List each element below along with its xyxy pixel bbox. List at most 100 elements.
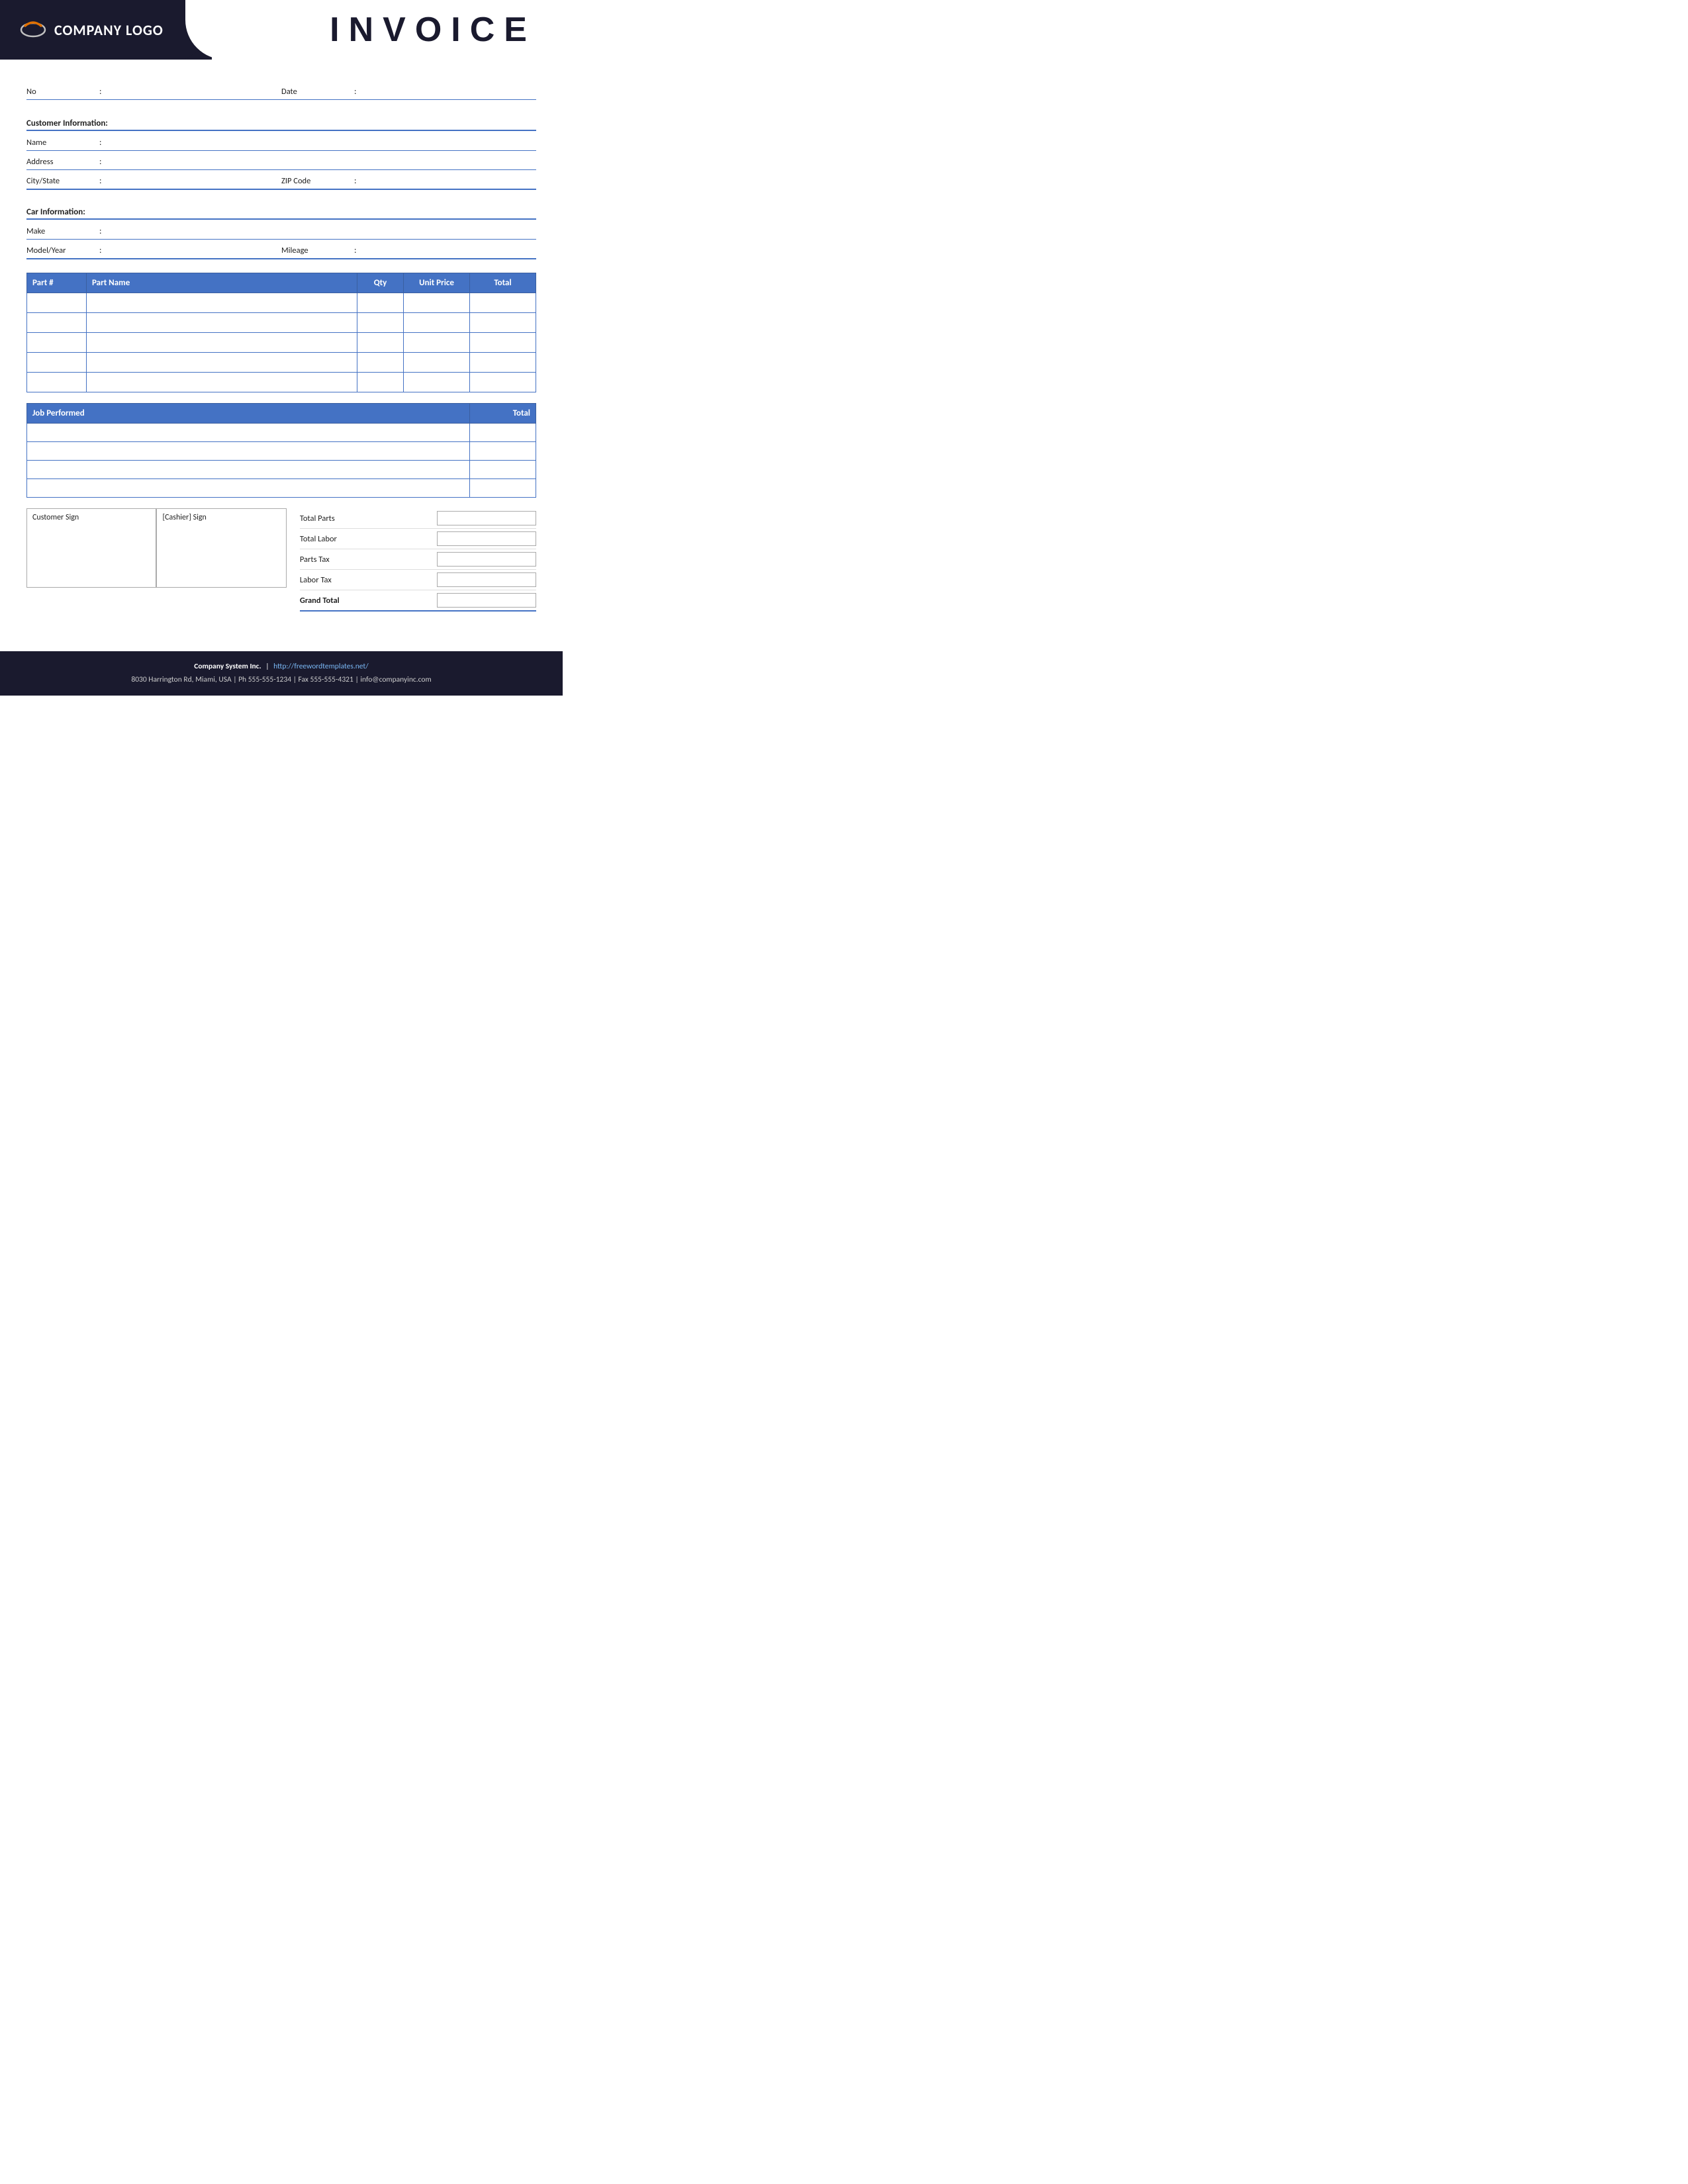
footer-ph: 555-555-1234 bbox=[248, 675, 291, 684]
address-value[interactable] bbox=[108, 155, 536, 167]
name-value[interactable] bbox=[108, 136, 536, 148]
city-state-label: City/State bbox=[26, 176, 93, 186]
parts-cell-unit[interactable] bbox=[404, 353, 470, 373]
parts-cell-qty[interactable] bbox=[357, 373, 404, 392]
date-label: Date bbox=[281, 87, 348, 97]
job-cell-desc[interactable] bbox=[27, 461, 470, 479]
job-cell-total[interactable] bbox=[470, 442, 536, 461]
parts-cell-total[interactable] bbox=[470, 333, 536, 353]
job-cell-total[interactable] bbox=[470, 461, 536, 479]
no-value[interactable] bbox=[108, 85, 281, 97]
job-row bbox=[27, 479, 536, 498]
grand-total-value[interactable] bbox=[437, 593, 536, 608]
job-cell-total[interactable] bbox=[470, 424, 536, 442]
totals-area: Total Parts Total Labor Parts Tax Labor … bbox=[300, 508, 536, 612]
labor-tax-value[interactable] bbox=[437, 572, 536, 587]
grand-total-row: Grand Total bbox=[300, 590, 536, 612]
parts-cell-qty[interactable] bbox=[357, 333, 404, 353]
content-area: No : Date : Customer Information: Name :… bbox=[0, 60, 563, 638]
city-value[interactable] bbox=[108, 174, 281, 186]
parts-cell-unit[interactable] bbox=[404, 373, 470, 392]
city-zip-row: City/State : ZIP Code : bbox=[26, 171, 536, 190]
job-row bbox=[27, 461, 536, 479]
city-colon: : bbox=[99, 176, 101, 186]
parts-cell-num[interactable] bbox=[27, 293, 87, 313]
parts-tax-value[interactable] bbox=[437, 552, 536, 567]
total-labor-value[interactable] bbox=[437, 531, 536, 546]
parts-cell-name[interactable] bbox=[87, 353, 357, 373]
zip-label: ZIP Code bbox=[281, 176, 348, 186]
city-field: City/State : bbox=[26, 174, 281, 186]
job-row bbox=[27, 424, 536, 442]
col-part-name: Part Name bbox=[87, 273, 357, 293]
cashier-sign-box: [Cashier] Sign bbox=[156, 508, 286, 588]
parts-cell-num[interactable] bbox=[27, 353, 87, 373]
model-year-label: Model/Year bbox=[26, 246, 93, 255]
parts-table: Part # Part Name Qty Unit Price Total bbox=[26, 273, 536, 392]
name-colon: : bbox=[99, 138, 101, 148]
parts-cell-name[interactable] bbox=[87, 313, 357, 333]
make-label: Make bbox=[26, 226, 93, 236]
parts-cell-unit[interactable] bbox=[404, 333, 470, 353]
customer-info-heading: Customer Information: bbox=[26, 114, 536, 131]
bottom-section: Customer Sign [Cashier] Sign Total Parts… bbox=[26, 508, 536, 612]
mileage-label: Mileage bbox=[281, 246, 348, 255]
footer-website[interactable]: http://freewordtemplates.net/ bbox=[273, 662, 369, 671]
mileage-field: Mileage : bbox=[281, 244, 536, 255]
date-field: Date : bbox=[281, 85, 536, 97]
mileage-value[interactable] bbox=[363, 244, 536, 255]
parts-cell-total[interactable] bbox=[470, 353, 536, 373]
address-label: Address bbox=[26, 157, 93, 167]
parts-row bbox=[27, 373, 536, 392]
date-value[interactable] bbox=[363, 85, 536, 97]
parts-cell-total[interactable] bbox=[470, 313, 536, 333]
model-mileage-row: Model/Year : Mileage : bbox=[26, 241, 536, 259]
zip-field: ZIP Code : bbox=[281, 174, 536, 186]
parts-cell-num[interactable] bbox=[27, 313, 87, 333]
customer-sign-label: Customer Sign bbox=[32, 513, 79, 522]
total-parts-label: Total Parts bbox=[300, 514, 335, 523]
parts-row bbox=[27, 313, 536, 333]
mileage-colon: : bbox=[354, 246, 356, 255]
footer-sep1: | Ph bbox=[233, 675, 248, 684]
page-footer: Company System Inc. | http://freewordtem… bbox=[0, 651, 563, 696]
job-row bbox=[27, 442, 536, 461]
parts-cell-name[interactable] bbox=[87, 373, 357, 392]
model-value[interactable] bbox=[108, 244, 281, 255]
job-cell-desc[interactable] bbox=[27, 479, 470, 498]
page-header: COMPANY LOGO INVOICE bbox=[0, 0, 563, 60]
parts-tax-label: Parts Tax bbox=[300, 555, 330, 565]
no-date-row: No : Date : bbox=[26, 85, 536, 100]
parts-cell-total[interactable] bbox=[470, 373, 536, 392]
zip-value[interactable] bbox=[363, 174, 536, 186]
date-colon: : bbox=[354, 87, 356, 97]
parts-cell-num[interactable] bbox=[27, 373, 87, 392]
total-parts-value[interactable] bbox=[437, 511, 536, 525]
make-row: Make : bbox=[26, 222, 536, 240]
footer-pipe1: | bbox=[265, 662, 271, 671]
job-cell-desc[interactable] bbox=[27, 424, 470, 442]
parts-cell-unit[interactable] bbox=[404, 313, 470, 333]
model-field: Model/Year : bbox=[26, 244, 281, 255]
parts-cell-name[interactable] bbox=[87, 293, 357, 313]
job-cell-desc[interactable] bbox=[27, 442, 470, 461]
total-parts-row: Total Parts bbox=[300, 508, 536, 529]
col-part-num: Part # bbox=[27, 273, 87, 293]
parts-cell-name[interactable] bbox=[87, 333, 357, 353]
parts-cell-unit[interactable] bbox=[404, 293, 470, 313]
name-label: Name bbox=[26, 138, 93, 148]
make-value[interactable] bbox=[108, 224, 536, 236]
parts-cell-qty[interactable] bbox=[357, 313, 404, 333]
total-labor-label: Total Labor bbox=[300, 534, 337, 544]
job-cell-total[interactable] bbox=[470, 479, 536, 498]
footer-company-name: Company System Inc. bbox=[194, 662, 261, 671]
address-colon: : bbox=[99, 157, 101, 167]
parts-row bbox=[27, 293, 536, 313]
no-colon: : bbox=[99, 87, 101, 97]
parts-cell-qty[interactable] bbox=[357, 293, 404, 313]
col-job-total: Total bbox=[470, 404, 536, 424]
parts-cell-total[interactable] bbox=[470, 293, 536, 313]
parts-cell-num[interactable] bbox=[27, 333, 87, 353]
parts-cell-qty[interactable] bbox=[357, 353, 404, 373]
make-colon: : bbox=[99, 226, 101, 236]
